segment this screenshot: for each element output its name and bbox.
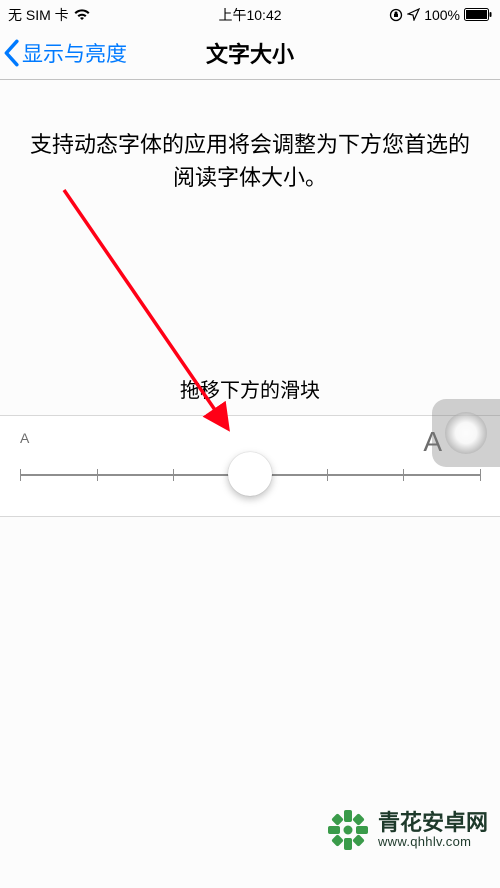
location-icon xyxy=(407,8,420,21)
watermark-text: 青花安卓网 www.qhhlv.com xyxy=(378,811,488,849)
wifi-icon xyxy=(73,8,91,21)
battery-percent: 100% xyxy=(424,7,460,23)
slider-tick xyxy=(403,469,404,481)
chevron-left-icon xyxy=(2,39,20,67)
battery-icon xyxy=(464,8,492,21)
slider-tick xyxy=(480,469,481,481)
description-text: 支持动态字体的应用将会调整为下方您首选的阅读字体大小。 xyxy=(0,80,500,194)
slider-tick xyxy=(20,469,21,481)
page-title: 文字大小 xyxy=(206,37,294,69)
slider-tick xyxy=(173,469,174,481)
watermark: 青花安卓网 www.qhhlv.com xyxy=(326,808,488,852)
slider-tick xyxy=(97,469,98,481)
slider-min-label: A xyxy=(20,430,29,446)
watermark-title: 青花安卓网 xyxy=(378,811,488,835)
watermark-url: www.qhhlv.com xyxy=(378,835,488,849)
slider-thumb[interactable] xyxy=(228,452,272,496)
back-label: 显示与亮度 xyxy=(22,38,127,68)
watermark-logo-icon xyxy=(326,808,370,852)
carrier-label: 无 SIM 卡 xyxy=(8,5,69,25)
status-time: 上午10:42 xyxy=(218,5,281,25)
assistive-touch-icon xyxy=(445,412,487,454)
status-left: 无 SIM 卡 xyxy=(8,5,91,25)
status-bar: 无 SIM 卡 上午10:42 100% xyxy=(0,0,500,27)
assistive-touch-button[interactable] xyxy=(432,399,500,467)
instruction-text: 拖移下方的滑块 xyxy=(0,374,500,415)
slider-tick xyxy=(327,469,328,481)
status-right: 100% xyxy=(389,7,492,23)
orientation-lock-icon xyxy=(389,8,403,22)
back-button[interactable]: 显示与亮度 xyxy=(0,38,127,68)
content-area: 支持动态字体的应用将会调整为下方您首选的阅读字体大小。 拖移下方的滑块 A A xyxy=(0,80,500,517)
text-size-slider-panel: A A xyxy=(0,415,500,517)
nav-bar: 显示与亮度 文字大小 xyxy=(0,27,500,80)
